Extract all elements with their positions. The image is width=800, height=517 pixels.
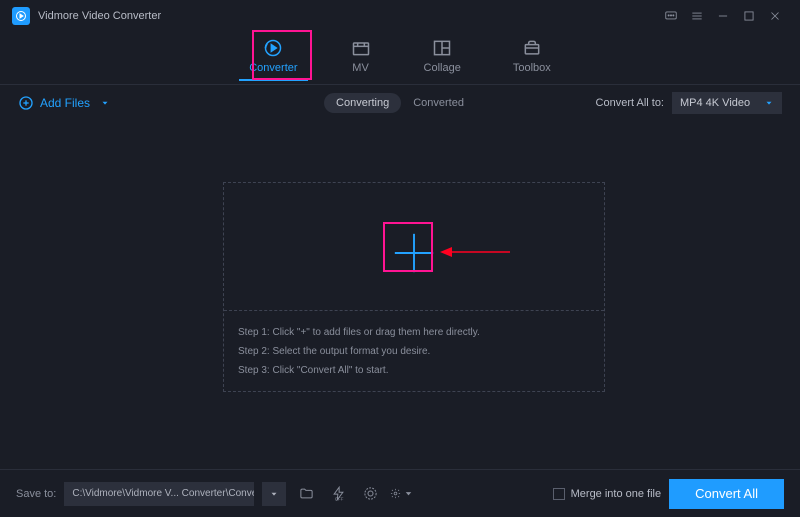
menu-icon[interactable] [684,3,710,29]
checkbox-icon [553,488,565,500]
open-folder-button[interactable] [294,482,318,506]
sub-tabs: Converting Converted [324,93,476,113]
tab-label: Toolbox [513,62,551,74]
merge-label: Merge into one file [571,488,662,500]
tab-converter[interactable]: Converter [243,38,303,80]
app-title: Vidmore Video Converter [38,10,161,22]
output-format-select[interactable]: MP4 4K Video [672,92,782,114]
tab-label: MV [352,62,369,74]
hardware-accel-button[interactable]: OFF [326,482,350,506]
tab-label: Collage [424,62,461,74]
app-logo-icon [12,7,30,25]
sub-toolbar: Add Files Converting Converted Convert A… [0,84,800,120]
minimize-button[interactable] [710,3,736,29]
add-files-label: Add Files [40,96,90,110]
svg-text:OFF: OFF [335,496,344,501]
add-files-button[interactable]: Add Files [18,95,110,111]
tab-label: Converter [249,62,297,74]
add-files-plus-button[interactable] [390,229,438,277]
main-tabs: Converter MV Collage Toolbox [0,32,800,84]
tab-mv[interactable]: MV [344,38,378,80]
tab-collage[interactable]: Collage [418,38,467,80]
subtab-converting[interactable]: Converting [324,93,401,113]
save-path-field[interactable]: C:\Vidmore\Vidmore V... Converter\Conver… [64,482,254,506]
save-to-label: Save to: [16,488,56,500]
bottom-bar: Save to: C:\Vidmore\Vidmore V... Convert… [0,469,800,517]
format-value: MP4 4K Video [680,97,750,109]
convert-all-button[interactable]: Convert All [669,479,784,509]
step-3: Step 3: Click "Convert All" to start. [238,361,590,380]
maximize-button[interactable] [736,3,762,29]
convert-all-to-label: Convert All to: [596,97,664,109]
drop-area[interactable]: Step 1: Click "+" to add files or drag t… [223,182,605,392]
high-speed-button[interactable] [358,482,382,506]
subtab-converted[interactable]: Converted [401,93,476,113]
instructions: Step 1: Click "+" to add files or drag t… [238,323,590,380]
feedback-icon[interactable] [658,3,684,29]
titlebar: Vidmore Video Converter [0,0,800,32]
tab-toolbox[interactable]: Toolbox [507,38,557,80]
save-path-dropdown[interactable] [262,482,286,506]
settings-button[interactable] [390,482,414,506]
step-1: Step 1: Click "+" to add files or drag t… [238,323,590,342]
close-button[interactable] [762,3,788,29]
merge-checkbox[interactable]: Merge into one file [553,488,662,500]
step-2: Step 2: Select the output format you des… [238,342,590,361]
divider [224,310,604,311]
